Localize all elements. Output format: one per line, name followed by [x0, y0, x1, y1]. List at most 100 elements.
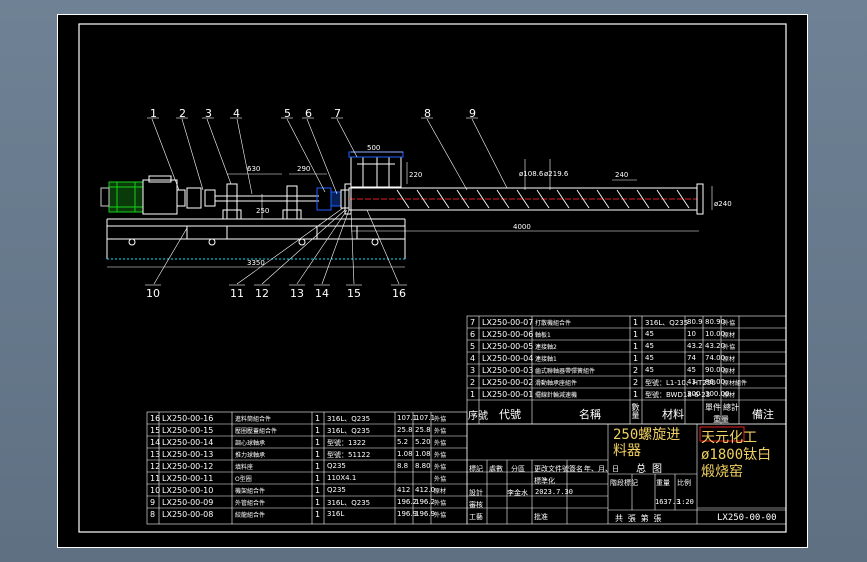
table-cell-total: 412.0: [415, 486, 436, 494]
table-cell-code: LX250-00-14: [162, 438, 214, 447]
feed-hopper: [350, 156, 402, 188]
table-cell-name: 擺線針輪減速機: [535, 392, 578, 399]
table-cell-total: 25.8: [415, 426, 431, 434]
table-cell-note: 外協: [723, 320, 736, 327]
table-cell-note: 外協: [434, 428, 447, 435]
table-cell-no: 9: [150, 498, 156, 507]
table-cell-note: 原材: [434, 488, 447, 495]
table-cell-mat: 45: [645, 354, 654, 362]
table-cell-code: LX250-00-05: [482, 342, 534, 351]
table-cell-name: 絞龍組合件: [235, 512, 266, 519]
table-cell-qty: 1: [315, 414, 321, 423]
table-cell-qty: 1: [633, 354, 639, 363]
table-cell-note: 外協: [434, 464, 447, 471]
balloon-7: 7: [334, 107, 341, 120]
table-cell-no: 5: [470, 342, 476, 351]
table-cell-note: 外協: [434, 512, 447, 519]
table-cell-no: 12: [150, 462, 161, 471]
tb-zone: 分區: [511, 465, 525, 473]
table-cell-name: 滑動軸承座組件: [535, 380, 578, 387]
bom-header-mat: 材料: [662, 408, 684, 421]
table-cell-code: LX250-00-09: [162, 498, 214, 507]
balloon-8: 8: [424, 107, 431, 120]
balloon-12: 12: [255, 287, 269, 300]
tb-sign: 簽名: [569, 465, 583, 473]
table-cell-mat: 316L: [327, 510, 345, 518]
table-cell-qty: 1: [315, 462, 321, 471]
table-cell-no: 7: [470, 318, 476, 327]
table-cell-code: LX250-00-16: [162, 414, 214, 423]
dim-phi219: ø219.6: [544, 170, 569, 178]
table-cell-note: 原材: [723, 356, 736, 363]
table-cell-unit: 43.2: [687, 342, 703, 350]
table-cell-qty: 1: [315, 486, 321, 495]
table-cell-no: 6: [470, 330, 476, 339]
table-cell-no: 1: [470, 390, 476, 399]
tb-product-name: 250螺旋进料器: [613, 427, 681, 459]
balloon-15: 15: [347, 287, 361, 300]
table-cell-name: 填料座: [235, 464, 254, 471]
table-cell-unit: 300: [687, 390, 701, 398]
tb-std-label: 標準化: [534, 477, 555, 485]
tb-design-person: 李金水: [507, 489, 528, 497]
tb-design-date: 2023.7.30: [535, 488, 573, 496]
table-cell-name: 連接軸1: [535, 356, 557, 363]
table-cell-mat: Q235: [327, 486, 346, 494]
table-cell-name: O型圈: [235, 476, 252, 483]
table-cell-mat: 型號：BWD18-6-23: [645, 391, 711, 399]
table-cell-note: 外協: [434, 452, 447, 459]
table-cell-unit: 8.8: [397, 462, 409, 470]
tb-date: 年、月、日: [584, 465, 619, 473]
dim-500: 500: [367, 144, 380, 152]
table-cell-note: 外協: [434, 416, 447, 423]
table-cell-no: 14: [150, 438, 161, 447]
table-cell-note: 原材組件: [723, 380, 748, 387]
table-cell-unit: 45: [687, 366, 696, 374]
table-cell-name: 齒式聯軸器帶彈簧組件: [535, 368, 596, 375]
table-cell-code: LX250-00-02: [482, 378, 534, 387]
table-cell-total: 1.08: [415, 450, 431, 458]
balloon-14: 14: [315, 287, 329, 300]
bom-header-note: 備注: [752, 408, 774, 421]
table-cell-total: 5.20: [415, 438, 431, 446]
tb-stage-label: 階段標記: [610, 479, 638, 487]
table-cell-qty: 1: [315, 510, 321, 519]
table-cell-no: 8: [150, 510, 156, 519]
bom-header-weight: 重量: [713, 415, 729, 424]
dim-250: 250: [256, 207, 269, 215]
table-cell-name: 連接軸2: [535, 344, 557, 351]
reducer: [142, 179, 178, 215]
table-cell-code: LX250-00-04: [482, 354, 534, 363]
table-cell-code: LX250-00-08: [162, 510, 214, 519]
table-cell-name: 機架組合件: [235, 488, 266, 495]
table-cell-name: 進料筒組合件: [235, 416, 272, 423]
table-cell-no: 11: [150, 474, 161, 483]
table-cell-qty: 1: [633, 330, 639, 339]
table-cell-code: LX250-00-03: [482, 366, 534, 375]
table-cell-code: LX250-00-10: [162, 486, 214, 495]
table-cell-qty: 1: [315, 474, 321, 483]
table-cell-total: 8.80: [415, 462, 431, 470]
tb-scale-label: 比例: [677, 479, 691, 487]
balloon-5: 5: [284, 107, 291, 120]
table-cell-mat: 316L、Q235: [327, 415, 371, 423]
table-cell-code: LX250-00-15: [162, 426, 214, 435]
tb-scale-value: 1:20: [677, 498, 694, 506]
table-cell-code: LX250-00-01: [482, 390, 534, 399]
table-cell-mat: 45: [645, 342, 654, 350]
table-cell-total: 196.2: [415, 498, 436, 506]
table-cell-unit: 80.9: [687, 318, 703, 326]
table-cell-note: 原材: [723, 332, 736, 339]
drawing-sheet: 1 2 3 4 5 6 7 8 9 10 11 12 13 14 15 16 6…: [57, 14, 808, 548]
table-cell-note: 原材: [723, 368, 736, 375]
tb-weight-label: 重量: [656, 479, 670, 487]
dim-290: 290: [297, 165, 310, 173]
table-cell-unit: 5.2: [397, 438, 409, 446]
tb-mark: 標記: [469, 465, 483, 473]
balloon-2: 2: [179, 107, 186, 120]
dim-630: 630: [247, 165, 260, 173]
table-cell-mat: 316L、Q235: [327, 499, 371, 507]
bom-header: 序號 代號 名稱 數量 材料 單件 總計 重量 備注: [467, 400, 786, 424]
table-cell-no: 4: [470, 354, 476, 363]
table-cell-qty: 1: [315, 498, 321, 507]
